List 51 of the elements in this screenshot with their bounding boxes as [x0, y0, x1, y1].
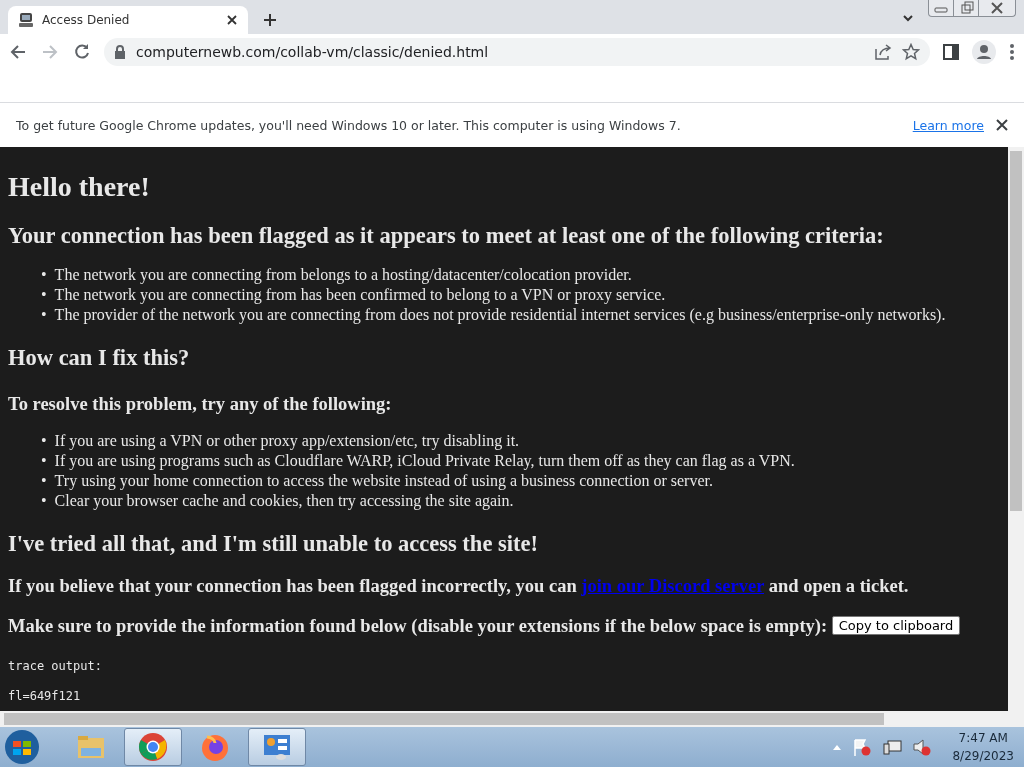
- taskbar-button[interactable]: [124, 728, 182, 766]
- network-icon[interactable]: [882, 738, 903, 756]
- bullet: •: [41, 285, 47, 305]
- star-icon[interactable]: [902, 43, 920, 61]
- menu-icon[interactable]: [1008, 42, 1016, 62]
- lock-icon: [114, 45, 126, 59]
- subheading: To resolve this problem, try any of the following:: [8, 393, 393, 415]
- section-heading: I've tried all that, and I'm still unable to access the site!: [8, 531, 539, 557]
- bullet: •: [41, 471, 47, 491]
- tab-title: Access Denied: [42, 13, 131, 27]
- bullet: •: [41, 265, 47, 285]
- bullet: •: [41, 431, 47, 451]
- bullet: •: [41, 491, 47, 511]
- learn-more-link[interactable]: Learn more: [912, 117, 984, 133]
- bullet: •: [41, 451, 47, 471]
- list-item: The network you are connecting from belongs to a hosting/datacenter/colocation provider.: [54, 265, 632, 285]
- trace-output-line: trace output:: [8, 659, 103, 674]
- trace-output-line: fl=649f121: [8, 689, 82, 704]
- share-icon[interactable]: [874, 43, 892, 61]
- page-heading: Hello there!: [8, 171, 151, 203]
- copy-button[interactable]: Copy to clipboard: [831, 616, 961, 635]
- tab-close-icon[interactable]: [226, 14, 238, 26]
- profile-icon[interactable]: [972, 40, 996, 64]
- tab-search-icon[interactable]: [902, 12, 914, 24]
- url-text: computernewb.com/collab-vm/classic/denied.html: [136, 44, 490, 60]
- reload-icon[interactable]: [72, 42, 92, 62]
- address-bar[interactable]: computernewb.com/collab-vm/classic/denied.html: [104, 38, 930, 66]
- flag-icon[interactable]: [852, 738, 873, 756]
- side-panel-icon[interactable]: [942, 43, 960, 61]
- paragraph: Make sure to provide the information found below (disable your extensions if the below space is empty):: [8, 616, 828, 636]
- chrome-icon: [137, 731, 169, 763]
- new-tab-icon[interactable]: [262, 12, 278, 28]
- list-item: If you are using programs such as Cloudflare WARP, iCloud Private Relay, turn them off as they can flag as a VPN.: [54, 451, 795, 471]
- computer-icon: [18, 12, 34, 28]
- section-heading: Your connection has been flagged as it appears to meet at least one of the following criteria:: [8, 223, 885, 249]
- paragraph: If you believe that your connection has been flagged incorrectly, you can join our Discord server and open a ticket.: [8, 575, 910, 597]
- speaker-icon[interactable]: [912, 738, 933, 756]
- browser-tab[interactable]: Access Denied: [8, 6, 248, 34]
- taskbar-button[interactable]: [248, 728, 306, 766]
- bullet: •: [41, 305, 47, 325]
- list-item: The provider of the network you are connecting from does not provide residential internet services (e.g business/enterprise-only networks).: [54, 305, 946, 325]
- infobar-message: To get future Google Chrome updates, you'll need Windows 10 or later. This computer is using Windows 7.: [16, 117, 682, 133]
- section-heading: How can I fix this?: [8, 345, 191, 371]
- start-orb-icon[interactable]: [4, 729, 40, 765]
- list-item: Try using your home connection to access the website instead of using a business connection or server.: [54, 471, 713, 491]
- close-icon[interactable]: [996, 119, 1008, 131]
- clock-time[interactable]: 7:47 AM: [958, 729, 1008, 747]
- list-item: The network you are connecting from has been confirmed to belong to a VPN or proxy service.: [54, 285, 666, 305]
- clock-date[interactable]: 8/29/2023: [952, 747, 1014, 765]
- list-item: Clear your browser cache and cookies, then try accessing the site again.: [54, 491, 514, 511]
- list-item: If you are using a VPN or other proxy app/extension/etc, try disabling it.: [54, 431, 520, 451]
